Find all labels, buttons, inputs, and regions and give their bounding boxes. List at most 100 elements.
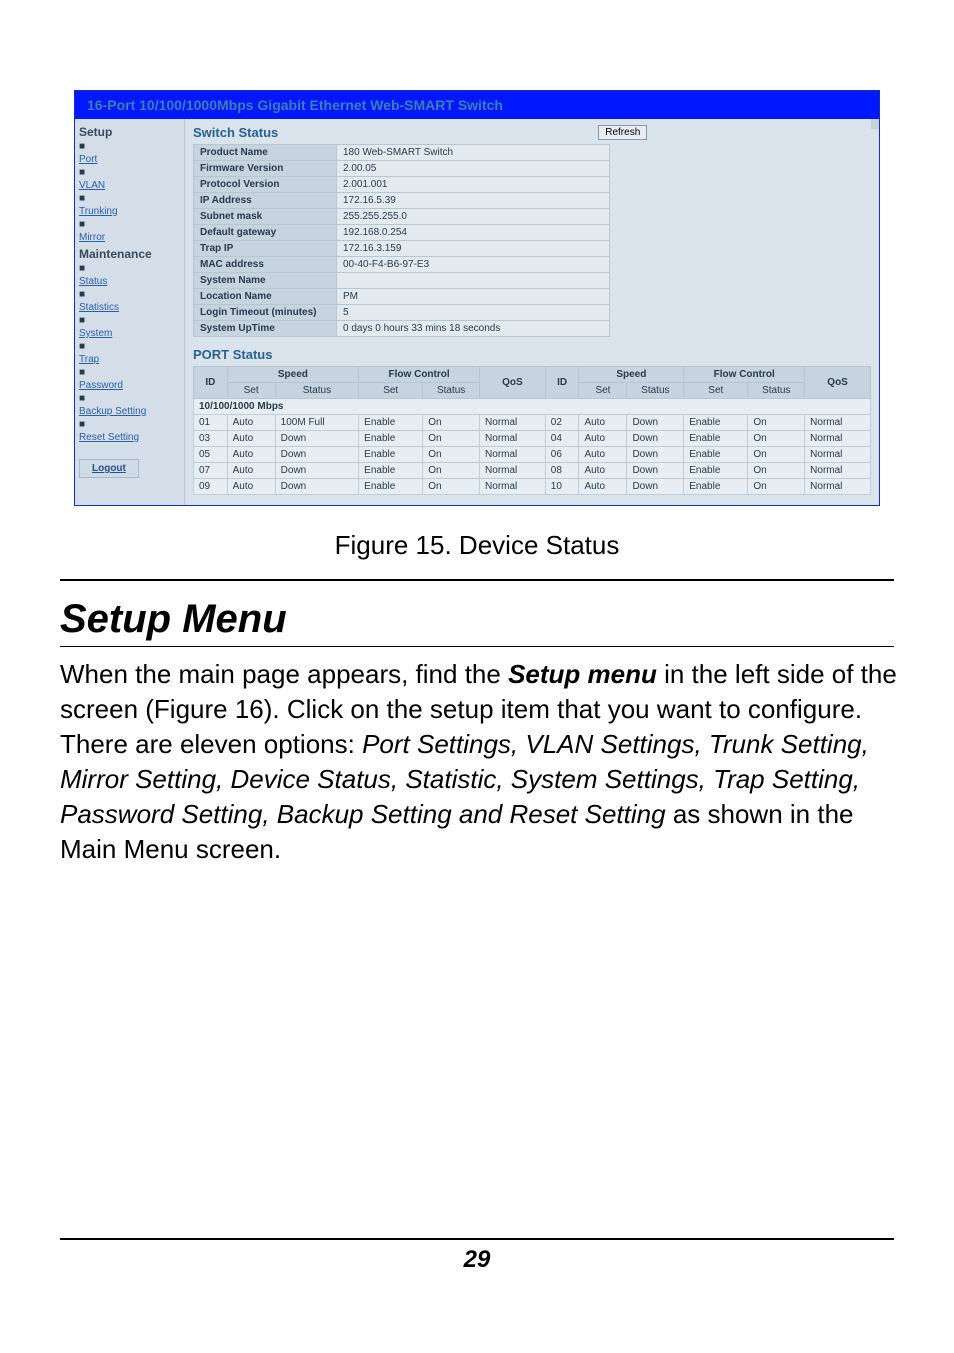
port-id: 03 — [194, 431, 228, 447]
main-content: Switch Status Refresh Product Name180 We… — [185, 119, 879, 505]
kv-row: Product Name180 Web-SMART Switch — [194, 145, 610, 161]
port-fc-status: On — [423, 463, 480, 479]
col-speed-set-r: Set — [579, 383, 627, 399]
kv-row: System UpTime0 days 0 hours 33 mins 18 s… — [194, 321, 610, 337]
scrollbar-up[interactable] — [871, 119, 879, 129]
port-fc-set: Enable — [359, 431, 423, 447]
kv-value: 00-40-F4-B6-97-E3 — [337, 257, 610, 273]
kv-value: 172.16.5.39 — [337, 193, 610, 209]
sidebar-item-statistics[interactable]: Statistics — [79, 302, 180, 313]
sidebar-item-reset[interactable]: Reset Setting — [79, 432, 180, 443]
port-fc-status: On — [423, 431, 480, 447]
port-speed-status: Down — [627, 463, 684, 479]
refresh-button[interactable]: Refresh — [598, 125, 647, 140]
port-id: 01 — [194, 415, 228, 431]
kv-row: Default gateway192.168.0.254 — [194, 225, 610, 241]
table-row: 07AutoDownEnableOnNormal08AutoDownEnable… — [194, 463, 871, 479]
sidebar: Setup ■Port ■VLAN ■Trunking ■Mirror Main… — [75, 119, 185, 505]
sidebar-item-password[interactable]: Password — [79, 380, 180, 391]
port-speed-status: Down — [275, 479, 359, 495]
port-speed-status: Down — [275, 431, 359, 447]
port-qos: Normal — [805, 431, 871, 447]
port-speed-set: Auto — [579, 447, 627, 463]
table-row: 09AutoDownEnableOnNormal10AutoDownEnable… — [194, 479, 871, 495]
sidebar-item-trunking[interactable]: Trunking — [79, 206, 180, 217]
port-speed-status: Down — [275, 447, 359, 463]
p-text-bold: Setup menu — [508, 659, 657, 689]
port-fc-set: Enable — [684, 447, 748, 463]
col-flow-r: Flow Control — [684, 367, 805, 383]
kv-value: PM — [337, 289, 610, 305]
port-fc-set: Enable — [684, 431, 748, 447]
port-fc-set: Enable — [684, 463, 748, 479]
port-speed-set: Auto — [227, 447, 275, 463]
table-row: 01Auto100M FullEnableOnNormal02AutoDownE… — [194, 415, 871, 431]
col-speed: Speed — [227, 367, 359, 383]
col-qos-r: QoS — [805, 367, 871, 399]
port-id: 07 — [194, 463, 228, 479]
port-qos: Normal — [480, 431, 546, 447]
kv-value: 180 Web-SMART Switch — [337, 145, 610, 161]
kv-key: System UpTime — [194, 321, 337, 337]
window-title: 16-Port 10/100/1000Mbps Gigabit Ethernet… — [75, 91, 879, 119]
col-flow-status: Status — [423, 383, 480, 399]
kv-value: 5 — [337, 305, 610, 321]
kv-value — [337, 273, 610, 289]
sidebar-item-trap[interactable]: Trap — [79, 354, 180, 365]
logout-button[interactable]: Logout — [79, 459, 139, 478]
col-speed-status: Status — [275, 383, 359, 399]
sidebar-item-system[interactable]: System — [79, 328, 180, 339]
kv-key: System Name — [194, 273, 337, 289]
port-qos: Normal — [805, 479, 871, 495]
heading-underline — [60, 646, 894, 647]
kv-value: 192.168.0.254 — [337, 225, 610, 241]
kv-row: Firmware Version2.00.05 — [194, 161, 610, 177]
sidebar-heading-maintenance: Maintenance — [79, 247, 180, 261]
port-fc-status: On — [423, 415, 480, 431]
kv-row: Subnet mask255.255.255.0 — [194, 209, 610, 225]
col-id-r: ID — [545, 367, 579, 399]
port-speed-set: Auto — [227, 463, 275, 479]
port-fc-status: On — [748, 463, 805, 479]
footer-rule — [60, 1238, 894, 1240]
port-speed-set: Auto — [579, 415, 627, 431]
port-speed-set: Auto — [579, 431, 627, 447]
table-row: 05AutoDownEnableOnNormal06AutoDownEnable… — [194, 447, 871, 463]
col-qos: QoS — [480, 367, 546, 399]
sidebar-item-vlan[interactable]: VLAN — [79, 180, 180, 191]
body-paragraph: When the main page appears, find the Set… — [60, 657, 898, 868]
port-qos: Normal — [480, 415, 546, 431]
port-id: 02 — [545, 415, 579, 431]
port-speed-set: Auto — [227, 431, 275, 447]
col-flow: Flow Control — [359, 367, 480, 383]
heading-setup-menu: Setup Menu — [60, 597, 954, 642]
col-flow-set: Set — [359, 383, 423, 399]
sidebar-item-backup[interactable]: Backup Setting — [79, 406, 180, 417]
port-fc-set: Enable — [359, 415, 423, 431]
port-band-row: 10/100/1000 Mbps — [194, 399, 871, 415]
kv-key: IP Address — [194, 193, 337, 209]
page-number: 29 — [464, 1246, 491, 1273]
kv-row: Location NamePM — [194, 289, 610, 305]
sidebar-item-mirror[interactable]: Mirror — [79, 232, 180, 243]
port-status-table: ID Speed Flow Control QoS ID Speed Flow … — [193, 366, 871, 495]
port-fc-status: On — [748, 415, 805, 431]
switch-status-title: Switch Status — [193, 125, 278, 140]
kv-key: Product Name — [194, 145, 337, 161]
port-fc-status: On — [748, 447, 805, 463]
kv-key: MAC address — [194, 257, 337, 273]
kv-row: Login Timeout (minutes)5 — [194, 305, 610, 321]
screenshot: 16-Port 10/100/1000Mbps Gigabit Ethernet… — [74, 90, 880, 506]
port-speed-status: Down — [627, 447, 684, 463]
port-fc-set: Enable — [359, 447, 423, 463]
table-row: 03AutoDownEnableOnNormal04AutoDownEnable… — [194, 431, 871, 447]
sidebar-item-port[interactable]: Port — [79, 154, 180, 165]
port-qos: Normal — [805, 447, 871, 463]
sidebar-item-status[interactable]: Status — [79, 276, 180, 287]
kv-row: Trap IP172.16.3.159 — [194, 241, 610, 257]
switch-status-table: Product Name180 Web-SMART SwitchFirmware… — [193, 144, 610, 337]
port-fc-status: On — [748, 479, 805, 495]
port-id: 05 — [194, 447, 228, 463]
port-fc-set: Enable — [359, 479, 423, 495]
kv-value: 172.16.3.159 — [337, 241, 610, 257]
